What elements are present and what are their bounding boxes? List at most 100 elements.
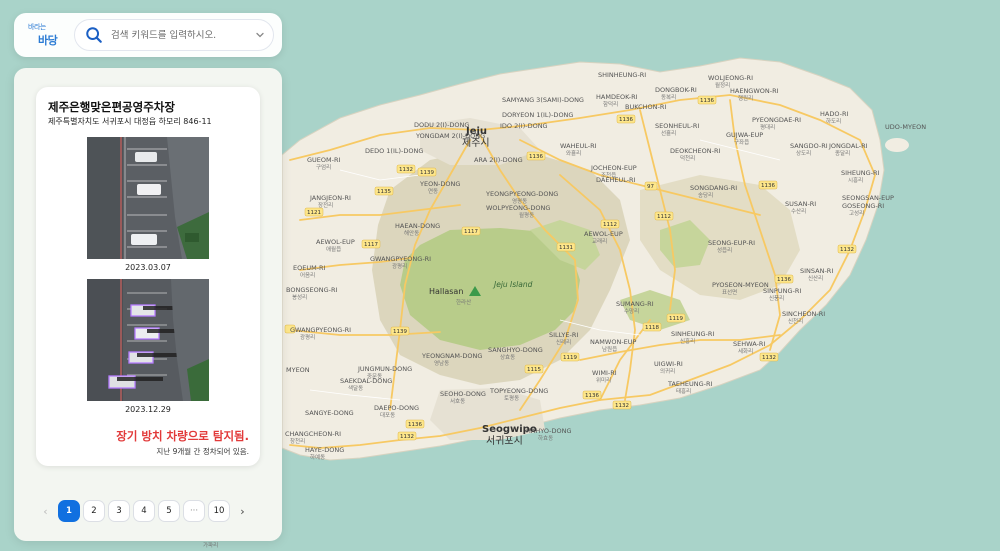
svg-text:UIGWI-RI: UIGWI-RI <box>654 360 683 368</box>
page-ellipsis[interactable]: ··· <box>183 500 205 522</box>
svg-text:구엄리: 구엄리 <box>316 163 331 171</box>
svg-text:YEONGPYEONG-DONG: YEONGPYEONG-DONG <box>485 190 558 198</box>
svg-text:장전리: 장전리 <box>318 201 333 209</box>
svg-text:하예동: 하예동 <box>310 453 325 461</box>
svg-text:SINHEUNG-RI: SINHEUNG-RI <box>671 330 714 338</box>
parking-lot-title: 제주은행맞은편공영주차장 <box>48 100 175 114</box>
svg-text:PYOSEON-MYEON: PYOSEON-MYEON <box>712 281 769 289</box>
svg-text:송당리: 송당리 <box>698 191 713 199</box>
svg-text:SEHWA-RI: SEHWA-RI <box>733 340 765 348</box>
svg-text:DEDO 1(IL)-DONG: DEDO 1(IL)-DONG <box>365 147 423 155</box>
svg-text:1115: 1115 <box>527 367 541 373</box>
svg-text:SEONG-EUP-RI: SEONG-EUP-RI <box>708 239 755 247</box>
svg-text:GUEOM-RI: GUEOM-RI <box>307 156 340 164</box>
svg-text:DONGBOK-RI: DONGBOK-RI <box>655 86 697 94</box>
svg-text:SEOHO-DONG: SEOHO-DONG <box>440 390 486 398</box>
search-icon[interactable] <box>85 26 103 44</box>
svg-text:NAMWON-EUP: NAMWON-EUP <box>590 338 637 346</box>
svg-text:수산리: 수산리 <box>791 207 806 215</box>
page-button-3[interactable]: 3 <box>108 500 130 522</box>
svg-text:1132: 1132 <box>762 355 776 361</box>
svg-text:HAEAN-DONG: HAEAN-DONG <box>395 222 440 230</box>
svg-text:1119: 1119 <box>669 316 683 322</box>
svg-text:YEONGNAM-DONG: YEONGNAM-DONG <box>421 352 482 360</box>
svg-text:HAMDEOK-RI: HAMDEOK-RI <box>596 93 638 101</box>
svg-text:JUNGMUN-DONG: JUNGMUN-DONG <box>357 365 412 373</box>
result-panel: 제주은행맞은편공영주차장 제주특별자치도 서귀포시 대정읍 하모리 846-11 <box>14 68 282 541</box>
svg-text:SINPUNG-RI: SINPUNG-RI <box>763 287 801 295</box>
satellite-image-before[interactable] <box>87 137 209 259</box>
svg-text:성읍리: 성읍리 <box>717 246 732 254</box>
page-button-4[interactable]: 4 <box>133 500 155 522</box>
svg-text:종달리: 종달리 <box>835 149 850 157</box>
page-button-2[interactable]: 2 <box>83 500 105 522</box>
page-button-1[interactable]: 1 <box>58 500 80 522</box>
svg-text:SANGDO-RI: SANGDO-RI <box>790 142 828 150</box>
top-bar: 바라는 바당 <box>14 13 282 57</box>
svg-text:WIMI-RI: WIMI-RI <box>592 369 617 377</box>
svg-text:SAMYANG 3(SAMI)-DONG: SAMYANG 3(SAMI)-DONG <box>502 96 584 104</box>
svg-text:1118: 1118 <box>645 325 659 331</box>
svg-text:남원읍: 남원읍 <box>602 345 617 353</box>
logo-line-1: 바라는 <box>28 23 46 31</box>
svg-text:HAYE-DONG: HAYE-DONG <box>305 446 344 454</box>
svg-text:상도리: 상도리 <box>796 149 811 157</box>
satellite-image-after[interactable] <box>87 279 209 401</box>
parking-lot-address: 제주특별자치도 서귀포시 대정읍 하모리 846-11 <box>48 117 212 126</box>
next-page-button[interactable]: › <box>233 500 252 522</box>
prev-page-button[interactable]: ‹ <box>36 500 55 522</box>
svg-text:SINSAN-RI: SINSAN-RI <box>800 267 833 275</box>
svg-text:DODU 2(I)-DONG: DODU 2(I)-DONG <box>414 121 469 129</box>
search-input[interactable] <box>111 29 247 41</box>
svg-text:월평동: 월평동 <box>519 211 534 219</box>
svg-text:SIHEUNG-RI: SIHEUNG-RI <box>841 169 880 177</box>
svg-text:TOPYEONG-DONG: TOPYEONG-DONG <box>489 387 548 395</box>
svg-text:ARA 2(I)-DONG: ARA 2(I)-DONG <box>474 156 523 164</box>
svg-text:동복리: 동복리 <box>661 93 676 101</box>
svg-text:BONGSEONG-RI: BONGSEONG-RI <box>286 286 337 294</box>
search-bar[interactable] <box>74 19 274 51</box>
svg-text:연동: 연동 <box>428 187 438 195</box>
svg-text:1117: 1117 <box>364 242 378 248</box>
svg-text:1132: 1132 <box>840 247 854 253</box>
page-button-5[interactable]: 5 <box>158 500 180 522</box>
svg-text:SUSAN-RI: SUSAN-RI <box>785 200 816 208</box>
map-label-bottom: 가파리 <box>203 541 218 549</box>
result-card[interactable]: 제주은행맞은편공영주차장 제주특별자치도 서귀포시 대정읍 하모리 846-11 <box>36 87 260 466</box>
svg-text:시흥리: 시흥리 <box>848 176 863 184</box>
page-button-10[interactable]: 10 <box>208 500 230 522</box>
chevron-down-icon[interactable] <box>255 30 265 40</box>
svg-text:1136: 1136 <box>529 154 543 160</box>
logo-line-2: 바당 <box>38 34 58 47</box>
svg-text:SILLYE-RI: SILLYE-RI <box>549 331 578 339</box>
svg-text:AEWOL-EUP: AEWOL-EUP <box>584 230 623 238</box>
svg-text:토평동: 토평동 <box>504 395 519 402</box>
svg-text:1132: 1132 <box>400 434 414 440</box>
svg-text:구좌읍: 구좌읍 <box>734 138 749 146</box>
svg-text:수망리: 수망리 <box>624 307 639 315</box>
map-label-hallasan: Hallasan <box>429 287 463 296</box>
svg-text:DEOKCHEON-RI: DEOKCHEON-RI <box>670 147 721 155</box>
svg-text:1136: 1136 <box>585 393 599 399</box>
svg-text:애월읍: 애월읍 <box>326 245 341 253</box>
svg-text:SUMANG-RI: SUMANG-RI <box>616 300 654 308</box>
svg-text:1112: 1112 <box>603 222 617 228</box>
svg-text:1132: 1132 <box>615 403 629 409</box>
app-logo[interactable]: 바라는 바당 <box>24 19 66 51</box>
svg-text:덕천리: 덕천리 <box>680 154 695 162</box>
svg-text:HADO-RI: HADO-RI <box>820 110 848 118</box>
svg-text:JANGJEON-RI: JANGJEON-RI <box>309 194 351 202</box>
svg-text:광평리: 광평리 <box>300 333 315 341</box>
svg-text:1136: 1136 <box>408 422 422 428</box>
svg-text:행원리: 행원리 <box>738 94 753 102</box>
image-date-after: 2023.12.29 <box>125 405 171 414</box>
svg-text:DORYEON 1(IL)-DONG: DORYEON 1(IL)-DONG <box>502 111 573 119</box>
svg-text:하도리: 하도리 <box>826 117 841 125</box>
svg-text:1136: 1136 <box>700 98 714 104</box>
svg-text:1135: 1135 <box>377 189 391 195</box>
detection-status-alert: 장기 방치 차량으로 탐지됨. <box>116 429 249 443</box>
svg-text:WOLJEONG-RI: WOLJEONG-RI <box>708 74 753 82</box>
svg-text:선흘리: 선흘리 <box>661 129 676 137</box>
svg-text:대포동: 대포동 <box>380 411 395 419</box>
map-label-hallasan-ko: 한라산 <box>456 298 471 306</box>
